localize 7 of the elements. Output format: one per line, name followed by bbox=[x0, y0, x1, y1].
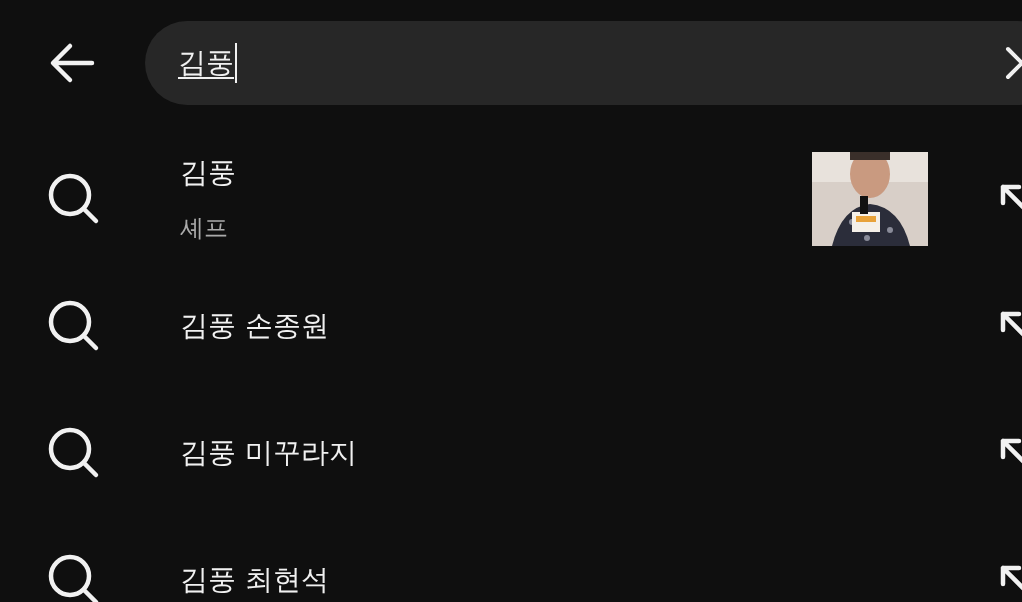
suggestion-text[interactable]: 김풍 최현석 bbox=[180, 560, 812, 599]
search-query: 김풍 bbox=[178, 44, 234, 81]
suggestion-subtitle: 셰프 bbox=[180, 212, 229, 244]
suggestion-text[interactable]: 김풍 손종원 bbox=[180, 306, 812, 345]
search-field[interactable]: 김풍 bbox=[145, 20, 1022, 105]
suggestion-text[interactable]: 김풍 bbox=[180, 153, 812, 192]
suggestion-text[interactable]: 김풍 미꾸라지 bbox=[180, 433, 812, 472]
